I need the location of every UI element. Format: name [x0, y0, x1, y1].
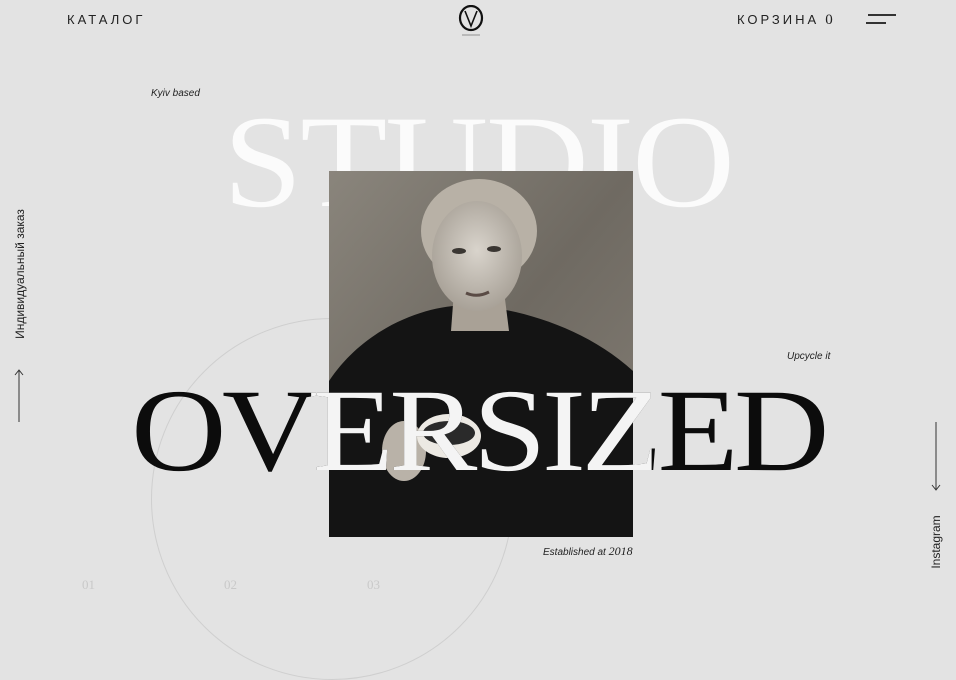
- cart-link[interactable]: КОРЗИНА 0: [737, 12, 833, 29]
- instagram-link[interactable]: Instagram: [929, 515, 943, 568]
- upcycle-label: Upcycle it: [787, 351, 831, 362]
- brand-logo-icon[interactable]: [456, 5, 486, 39]
- catalog-link[interactable]: КАТАЛОГ: [67, 12, 145, 27]
- cart-label: КОРЗИНА: [737, 12, 820, 27]
- arrow-up-icon[interactable]: [13, 368, 25, 422]
- established-year: 2018: [608, 544, 633, 558]
- hamburger-menu-icon[interactable]: [866, 12, 896, 26]
- cart-count: 0: [825, 12, 833, 28]
- established-prefix: Established at: [543, 547, 606, 558]
- arrow-down-icon[interactable]: [930, 422, 942, 492]
- established-label: Established at 2018: [543, 544, 633, 559]
- custom-order-link[interactable]: Индивидуальный заказ: [13, 209, 27, 339]
